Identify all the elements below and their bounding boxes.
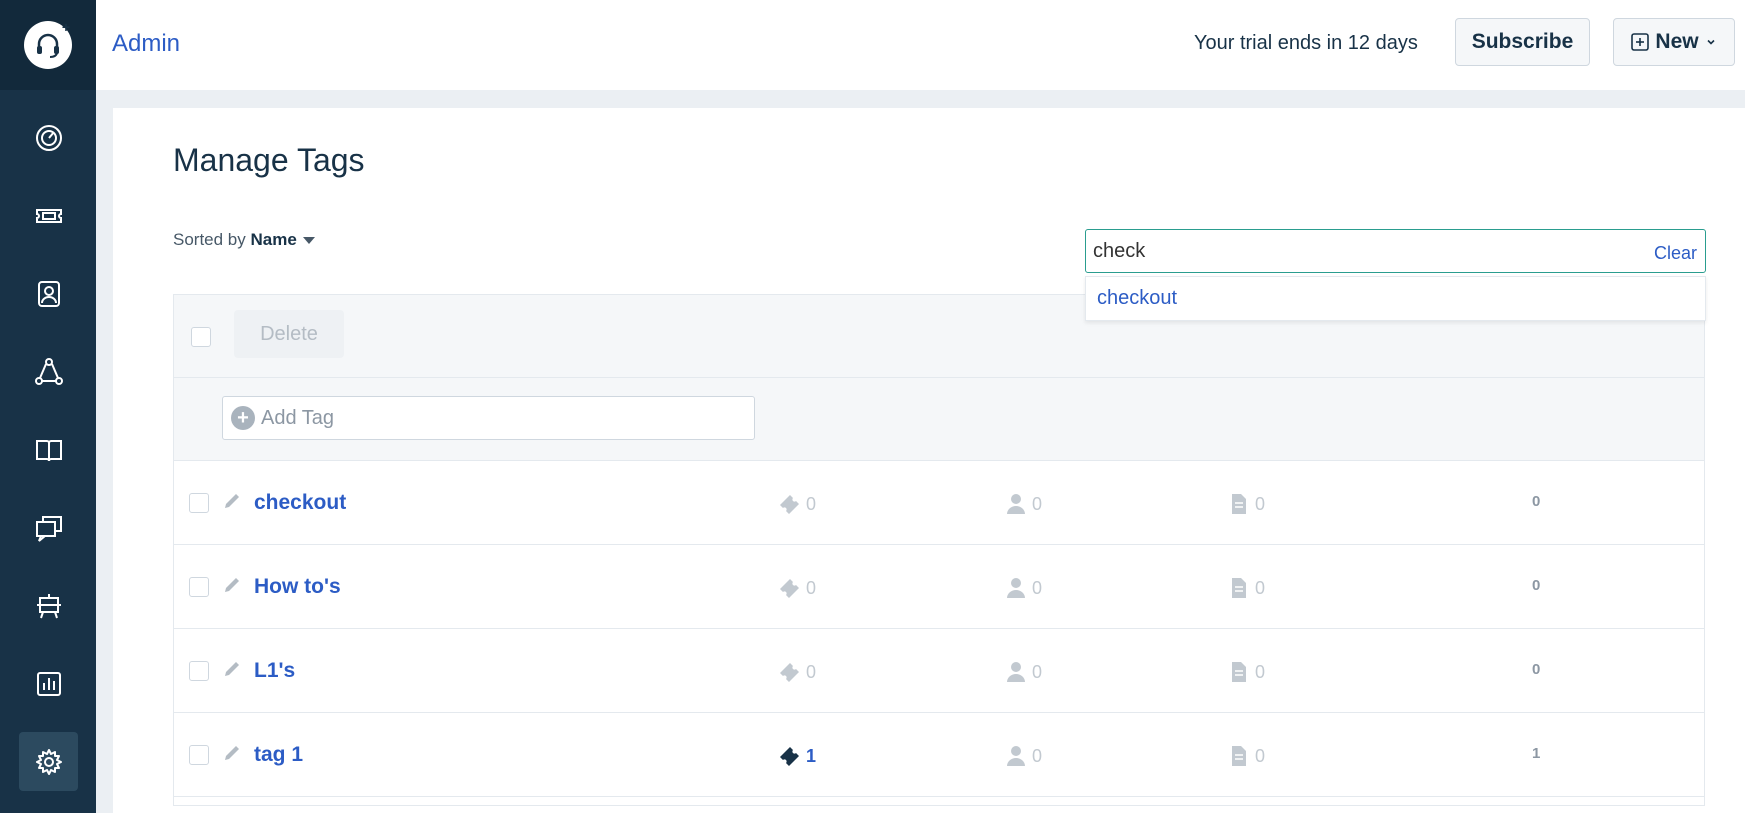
- nav-reports[interactable]: [19, 654, 78, 713]
- tag-name-link[interactable]: tag 1: [254, 743, 303, 767]
- subscribe-button[interactable]: Subscribe: [1455, 18, 1590, 66]
- document-icon: [1232, 578, 1246, 598]
- top-bar: Admin Your trial ends in 12 days Subscri…: [96, 0, 1745, 90]
- add-tag-row: + Add Tag: [174, 378, 1704, 461]
- articles-count: 0: [1227, 577, 1265, 599]
- add-tag-placeholder: Add Tag: [261, 406, 335, 429]
- pencil-icon[interactable]: [222, 575, 242, 595]
- contacts-count: 0: [1004, 577, 1042, 599]
- page-header-title: Admin: [112, 30, 181, 57]
- tickets-count: 0: [778, 661, 816, 683]
- tag-name-link[interactable]: L1's: [254, 659, 295, 683]
- chevron-down-icon: [1707, 39, 1715, 45]
- tag-search-input[interactable]: check Clear: [1085, 229, 1706, 273]
- trial-notice: Your trial ends in 12 days: [1194, 32, 1418, 54]
- speedometer-icon: [35, 124, 62, 151]
- row-checkbox[interactable]: [189, 661, 209, 681]
- select-all-checkbox[interactable]: [191, 327, 211, 347]
- sort-prefix: Sorted by: [173, 230, 246, 249]
- search-suggestions: checkout: [1085, 276, 1706, 321]
- articles-count: 0: [1227, 493, 1265, 515]
- row-checkbox[interactable]: [189, 577, 209, 597]
- add-tag-input[interactable]: + Add Tag: [222, 396, 755, 440]
- main-content: Manage Tags Sorted by Name Delete + Add …: [113, 108, 1745, 813]
- contacts-count: 0: [1004, 661, 1042, 683]
- new-button[interactable]: New: [1613, 18, 1735, 66]
- document-icon: [1232, 494, 1246, 514]
- suggestion-item[interactable]: checkout: [1097, 287, 1177, 310]
- user-icon: [1007, 746, 1025, 766]
- table-row: checkout 0 0 0 0: [174, 461, 1704, 545]
- pencil-icon[interactable]: [222, 491, 242, 511]
- tickets-count: 0: [778, 577, 816, 599]
- sort-dropdown[interactable]: Sorted by Name: [173, 230, 315, 250]
- chat-bubbles-icon: [35, 515, 62, 542]
- contacts-count: 0: [1004, 745, 1042, 767]
- page-title: Manage Tags: [173, 142, 365, 178]
- row-checkbox[interactable]: [189, 493, 209, 513]
- tickets-count: 0: [778, 493, 816, 515]
- nav-dashboard[interactable]: [19, 108, 78, 167]
- ticket-icon: [780, 663, 799, 682]
- plus-square-icon: [1631, 33, 1650, 51]
- articles-count: 0: [1227, 745, 1265, 767]
- table-row: L1's 0 0 0 0: [174, 629, 1704, 713]
- bar-chart-icon: [36, 671, 61, 696]
- ticket-icon: [780, 747, 799, 766]
- nav-solutions[interactable]: [19, 420, 78, 479]
- app-logo[interactable]: +: [0, 0, 96, 90]
- nav-tickets[interactable]: [19, 186, 78, 245]
- robot-icon: [36, 593, 61, 618]
- new-button-label: New: [1655, 30, 1699, 53]
- table-row: How to's 0 0 0 0: [174, 545, 1704, 629]
- document-icon: [1232, 746, 1246, 766]
- clear-search-link[interactable]: Clear: [1654, 243, 1697, 264]
- caret-down-icon: [302, 237, 315, 245]
- table-row: tag 1 1 0 0 1: [174, 713, 1704, 797]
- total-count: 1: [1532, 745, 1541, 762]
- user-icon: [1007, 578, 1025, 598]
- document-icon: [1232, 662, 1246, 682]
- tag-name-link[interactable]: checkout: [254, 491, 346, 515]
- ticket-icon: [780, 495, 799, 514]
- user-icon: [1007, 662, 1025, 682]
- nav-contacts[interactable]: [19, 264, 78, 323]
- pencil-icon[interactable]: [222, 659, 242, 679]
- search-value: check: [1093, 240, 1146, 262]
- user-icon: [1007, 494, 1025, 514]
- plus-circle-icon: +: [231, 406, 255, 430]
- nav-groups[interactable]: [19, 342, 78, 401]
- total-count: 0: [1532, 493, 1541, 510]
- total-count: 0: [1532, 577, 1541, 594]
- row-checkbox[interactable]: [189, 745, 209, 765]
- ticket-icon: [35, 208, 62, 223]
- articles-count: 0: [1227, 661, 1265, 683]
- pencil-icon[interactable]: [222, 743, 242, 763]
- network-icon: [34, 357, 63, 385]
- delete-button[interactable]: Delete: [234, 310, 344, 358]
- headset-logo-icon: +: [24, 19, 72, 69]
- contacts-count: 0: [1004, 493, 1042, 515]
- nav-admin[interactable]: [19, 732, 78, 791]
- gear-icon: [35, 748, 62, 775]
- book-icon: [35, 439, 62, 461]
- tags-table: Delete + Add Tag checkout 0 0 0 0 How to…: [173, 294, 1705, 806]
- tickets-count[interactable]: 1: [778, 745, 816, 767]
- total-count: 0: [1532, 661, 1541, 678]
- contact-card-icon: [37, 280, 60, 307]
- ticket-icon: [780, 579, 799, 598]
- nav-forums[interactable]: [19, 498, 78, 557]
- nav-social[interactable]: [19, 576, 78, 635]
- tag-name-link[interactable]: How to's: [254, 575, 341, 599]
- sort-field: Name: [250, 230, 297, 249]
- sidebar: +: [0, 0, 96, 813]
